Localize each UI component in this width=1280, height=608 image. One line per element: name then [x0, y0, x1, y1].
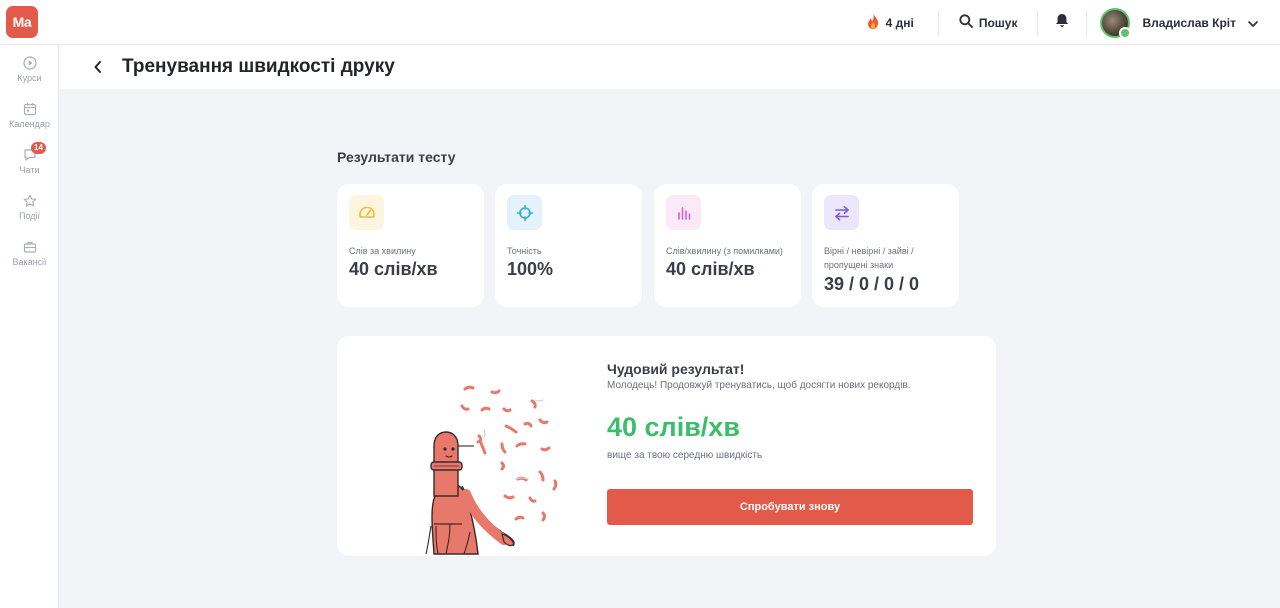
- sidebar-item-courses[interactable]: Курси: [0, 56, 59, 83]
- stat-value: 39 / 0 / 0 / 0: [824, 274, 920, 294]
- page-title: Тренування швидкості друку: [122, 56, 395, 77]
- stat-card-characters: Вірні / невірні / зайві / пропущені знак…: [812, 184, 959, 307]
- result-speed: 40 слів/хв: [607, 412, 740, 442]
- search-icon: [959, 14, 973, 31]
- fire-icon: [866, 13, 880, 32]
- crosshair-icon: [507, 195, 542, 230]
- divider: [1086, 9, 1088, 36]
- briefcase-icon: [0, 240, 59, 254]
- search-button[interactable]: Пошук: [959, 14, 1018, 31]
- result-summary-card: Чудовий результат! Молодець! Продовжуй т…: [337, 336, 996, 556]
- streak-indicator[interactable]: 4 дні: [866, 13, 914, 32]
- results-section-title: Результати тесту: [337, 149, 456, 165]
- stat-card-accuracy: Точність 100%: [495, 184, 642, 307]
- sidebar-item-vacancies[interactable]: Вакансії: [0, 240, 59, 267]
- stat-value: 40 слів/хв: [666, 259, 755, 279]
- app-logo[interactable]: Ma: [6, 6, 38, 38]
- chevron-left-icon: [88, 61, 108, 81]
- swap-arrows-icon: [824, 195, 859, 230]
- play-circle-icon: [0, 56, 59, 70]
- stat-value: 40 слів/хв: [349, 259, 438, 279]
- stat-value: 100%: [507, 259, 554, 279]
- star-icon: [0, 194, 59, 208]
- celebration-illustration: [392, 376, 582, 556]
- sidebar-item-chats[interactable]: 14 Чати: [0, 142, 59, 175]
- divider: [937, 9, 939, 36]
- divider: [1037, 9, 1039, 36]
- online-badge: [1119, 26, 1132, 39]
- stat-card-wpm-errors: Слів/хвилину (з помилками) 40 слів/хв: [654, 184, 801, 307]
- top-bar: Ma 4 дні Пошук Владислав Кріт: [0, 0, 1280, 45]
- chat-icon: [0, 148, 59, 162]
- sidebar: Курси Календар 14 Чати Події Вакансії: [0, 45, 59, 608]
- sidebar-item-label: Чати: [19, 165, 40, 175]
- sidebar-item-calendar[interactable]: Календар: [0, 102, 59, 129]
- top-right-area: 4 дні Пошук Владислав Кріт: [866, 0, 1280, 45]
- search-label: Пошук: [978, 15, 1018, 30]
- calendar-icon: [0, 102, 59, 116]
- bell-icon: [1055, 13, 1069, 33]
- chat-count-badge: 14: [31, 142, 46, 154]
- user-menu[interactable]: Владислав Кріт: [1100, 7, 1280, 39]
- sidebar-item-events[interactable]: Події: [0, 194, 59, 221]
- retry-button[interactable]: Спробувати знову: [607, 489, 973, 525]
- sidebar-item-label: Вакансії: [12, 257, 47, 267]
- stat-label: Вірні / невірні / зайві / пропущені знак…: [824, 246, 914, 270]
- page-header: Тренування швидкості друку: [60, 45, 1280, 89]
- user-name: Владислав Кріт: [1142, 15, 1236, 30]
- result-title: Чудовий результат!: [607, 361, 745, 377]
- sidebar-item-label: Курси: [17, 73, 42, 83]
- notifications-button[interactable]: [1055, 13, 1069, 33]
- bar-chart-icon: [666, 195, 701, 230]
- avatar: [1100, 7, 1132, 39]
- stat-label: Слів/хвилину (з помилками): [666, 246, 783, 256]
- result-subtitle: Молодець! Продовжуй тренуватись, щоб дос…: [607, 380, 911, 391]
- sidebar-item-label: Календар: [9, 119, 50, 129]
- chevron-down-icon: [1248, 14, 1258, 32]
- stat-label: Слів за хвилину: [349, 246, 416, 256]
- stat-card-wpm: Слів за хвилину 40 слів/хв: [337, 184, 484, 307]
- sidebar-item-label: Події: [18, 211, 41, 221]
- back-button[interactable]: [88, 57, 108, 77]
- result-note: вище за твою середню швидкість: [607, 450, 763, 461]
- streak-text: 4 дні: [885, 15, 914, 30]
- speedometer-icon: [349, 195, 384, 230]
- stat-label: Точність: [507, 246, 542, 256]
